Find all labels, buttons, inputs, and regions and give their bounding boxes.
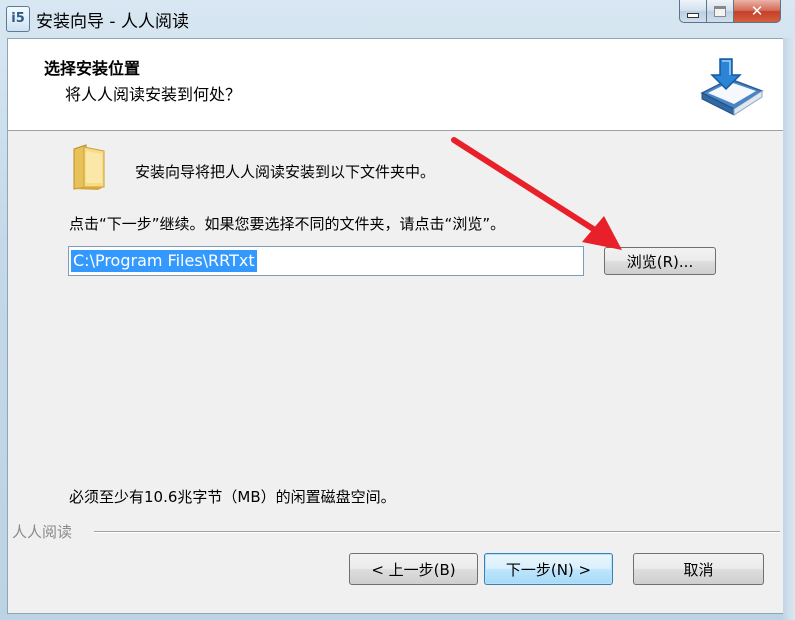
wizard-body: 安装向导将把人人阅读安装到以下文件夹中。 点击“下一步”继续。如果您要选择不同的… (8, 131, 783, 611)
close-button[interactable]: ✕ (734, 0, 781, 23)
install-path-input[interactable]: C:\Program Files\RRTxt (68, 246, 584, 276)
window-controls: ✕ (679, 0, 781, 25)
install-intro-text: 安装向导将把人人阅读安装到以下文件夹中。 (135, 163, 436, 181)
title-bar[interactable]: i5 安装向导 - 人人阅读 ✕ (0, 0, 795, 38)
brand-label: 人人阅读 (12, 521, 77, 542)
browse-button[interactable]: 浏览(R)... (604, 247, 716, 275)
install-path-value: C:\Program Files\RRTxt (71, 250, 257, 272)
maximize-icon (714, 5, 726, 17)
folder-icon (73, 144, 105, 190)
page-title: 选择安装位置 (44, 59, 141, 78)
instruction-text: 点击“下一步”继续。如果您要选择不同的文件夹，请点击“浏览”。 (69, 215, 506, 233)
disk-space-requirement: 必须至少有10.6兆字节（MB）的闲置磁盘空间。 (69, 488, 396, 506)
brand-divider: 人人阅读 (8, 521, 783, 542)
page-subtitle: 将人人阅读安装到何处？ (65, 85, 242, 104)
window-title: 安装向导 - 人人阅读 (36, 12, 189, 32)
dialog-client-area: 选择安装位置 将人人阅读安装到何处？ 安装向导将把人人阅读安装到以下文件夹中。 … (7, 38, 784, 614)
close-icon: ✕ (750, 2, 764, 20)
minimize-icon (687, 12, 699, 18)
book-download-icon (700, 58, 764, 116)
next-button[interactable]: 下一步(N) > (484, 553, 613, 585)
back-button[interactable]: < 上一步(B) (349, 553, 478, 585)
divider-line (94, 531, 780, 533)
maximize-button[interactable] (707, 0, 734, 23)
app-icon: i5 (6, 6, 30, 32)
wizard-header: 选择安装位置 将人人阅读安装到何处？ (8, 39, 783, 131)
window-frame: i5 安装向导 - 人人阅读 ✕ 选择安装位置 将人人阅读安装到何处？ 安装向导… (0, 0, 795, 620)
window-right-edge (783, 38, 795, 620)
cancel-button[interactable]: 取消 (633, 553, 764, 585)
minimize-button[interactable] (679, 0, 707, 23)
